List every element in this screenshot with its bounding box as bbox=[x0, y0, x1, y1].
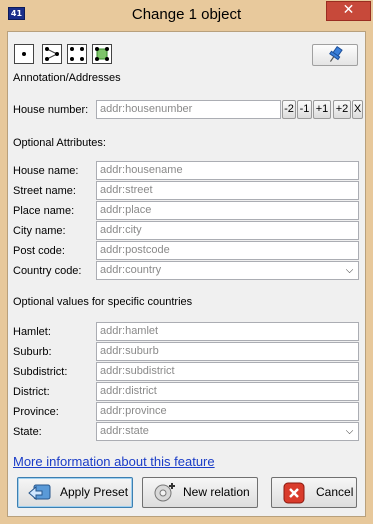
apply-arrow-icon bbox=[28, 484, 51, 501]
city-name-input[interactable]: addr:city bbox=[96, 221, 359, 240]
clear-house-number-button[interactable]: X bbox=[352, 100, 363, 119]
hamlet-input[interactable]: addr:hamlet bbox=[96, 322, 359, 341]
chevron-down-icon[interactable]: ⌵ bbox=[341, 423, 358, 440]
dialog-content: Annotation/Addresses House number: addr:… bbox=[7, 31, 366, 517]
dialog-window: 41 Change 1 object ✕ Annotation/Addresse… bbox=[0, 0, 373, 524]
place-name-label: Place name: bbox=[13, 205, 75, 217]
title-bar[interactable]: 41 Change 1 object ✕ bbox=[0, 0, 373, 30]
decrement-1-button[interactable]: -1 bbox=[297, 100, 312, 119]
country-code-label: Country code: bbox=[13, 265, 82, 277]
new-relation-label: New relation bbox=[183, 485, 250, 499]
multipolygon-icon bbox=[92, 44, 112, 64]
node-icon bbox=[14, 44, 34, 64]
pin-toolbar-button[interactable] bbox=[312, 44, 358, 66]
apply-preset-button[interactable]: Apply Preset bbox=[17, 477, 133, 508]
city-name-label: City name: bbox=[13, 225, 66, 237]
apply-preset-label: Apply Preset bbox=[60, 485, 129, 499]
decrement-2-button[interactable]: -2 bbox=[282, 100, 296, 119]
state-combo[interactable]: addr:state ⌵ bbox=[96, 422, 359, 441]
relation-icon bbox=[154, 483, 175, 502]
close-button[interactable]: ✕ bbox=[326, 1, 371, 21]
chevron-down-icon[interactable]: ⌵ bbox=[341, 262, 358, 279]
more-info-link[interactable]: More information about this feature bbox=[13, 454, 215, 469]
country-specific-heading: Optional values for specific countries bbox=[13, 296, 193, 308]
subdistrict-input[interactable]: addr:subdistrict bbox=[96, 362, 359, 381]
cancel-button[interactable]: Cancel bbox=[271, 477, 357, 508]
state-value: addr:state bbox=[100, 425, 149, 437]
post-code-input[interactable]: addr:postcode bbox=[96, 241, 359, 260]
house-name-label: House name: bbox=[13, 165, 79, 177]
state-label: State: bbox=[13, 426, 42, 438]
house-name-input[interactable]: addr:housename bbox=[96, 161, 359, 180]
post-code-label: Post code: bbox=[13, 245, 65, 257]
increment-1-button[interactable]: +1 bbox=[313, 100, 331, 119]
optional-attributes-heading: Optional Attributes: bbox=[13, 137, 106, 149]
house-number-label: House number: bbox=[13, 104, 89, 116]
street-name-input[interactable]: addr:street bbox=[96, 181, 359, 200]
country-code-value: addr:country bbox=[100, 264, 162, 276]
place-name-input[interactable]: addr:place bbox=[96, 201, 359, 220]
way-icon bbox=[42, 44, 62, 64]
cancel-icon bbox=[283, 482, 305, 504]
street-name-label: Street name: bbox=[13, 185, 76, 197]
subdistrict-label: Subdistrict: bbox=[13, 366, 68, 378]
province-label: Province: bbox=[13, 406, 59, 418]
preset-group-label: Annotation/Addresses bbox=[13, 72, 121, 84]
suburb-label: Suburb: bbox=[13, 346, 52, 358]
country-code-combo[interactable]: addr:country ⌵ bbox=[96, 261, 359, 280]
window-title: Change 1 object bbox=[131, 6, 242, 23]
pushpin-icon bbox=[329, 46, 343, 62]
province-input[interactable]: addr:province bbox=[96, 402, 359, 421]
increment-2-button[interactable]: +2 bbox=[333, 100, 351, 119]
house-number-input[interactable]: addr:housenumber bbox=[96, 100, 281, 119]
closed-way-icon bbox=[67, 44, 87, 64]
hamlet-label: Hamlet: bbox=[13, 326, 51, 338]
suburb-input[interactable]: addr:suburb bbox=[96, 342, 359, 361]
district-input[interactable]: addr:district bbox=[96, 382, 359, 401]
district-label: District: bbox=[13, 386, 50, 398]
new-relation-button[interactable]: New relation bbox=[142, 477, 258, 508]
cancel-label: Cancel bbox=[316, 485, 354, 499]
